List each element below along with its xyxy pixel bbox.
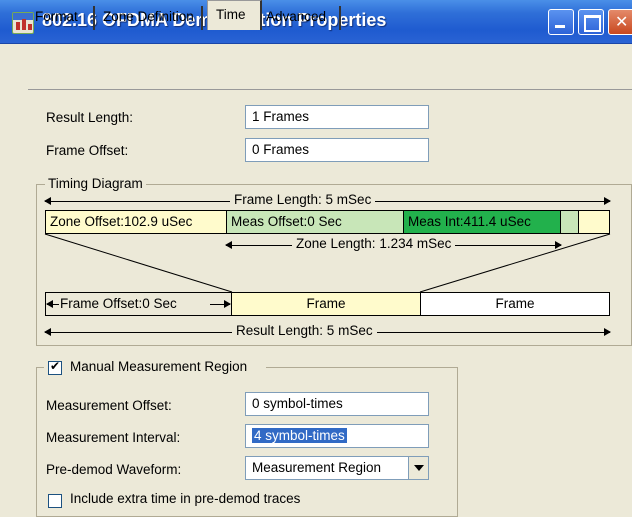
frame-offset-right-arrow xyxy=(210,300,231,308)
frame-offset-segment: Frame Offset:0 Sec xyxy=(45,292,232,316)
result-length-diagram-text: Result Length: 5 mSec xyxy=(232,323,377,338)
frame-1-segment: Frame xyxy=(231,292,421,316)
measurement-interval-field[interactable]: 4 symbol-times xyxy=(245,424,429,448)
predemod-waveform-value: Measurement Region xyxy=(252,460,382,475)
chevron-down-icon[interactable] xyxy=(408,457,428,479)
frame-offset-left-arrow xyxy=(46,300,59,308)
manual-measurement-label: Manual Measurement Region xyxy=(70,359,248,374)
measurement-interval-value: 4 symbol-times xyxy=(252,428,347,443)
measurement-offset-label: Measurement Offset: xyxy=(46,398,172,413)
measurement-interval-label: Measurement Interval: xyxy=(46,430,181,445)
frame-2-segment: Frame xyxy=(420,292,610,316)
measurement-offset-field[interactable]: 0 symbol-times xyxy=(245,392,429,416)
include-extra-time-checkbox[interactable] xyxy=(48,494,62,508)
manual-measurement-checkbox[interactable] xyxy=(48,359,62,375)
predemod-waveform-label: Pre-demod Waveform: xyxy=(46,462,182,477)
predemod-waveform-select[interactable]: Measurement Region xyxy=(245,456,429,480)
include-extra-time-label: Include extra time in pre-demod traces xyxy=(70,491,301,506)
